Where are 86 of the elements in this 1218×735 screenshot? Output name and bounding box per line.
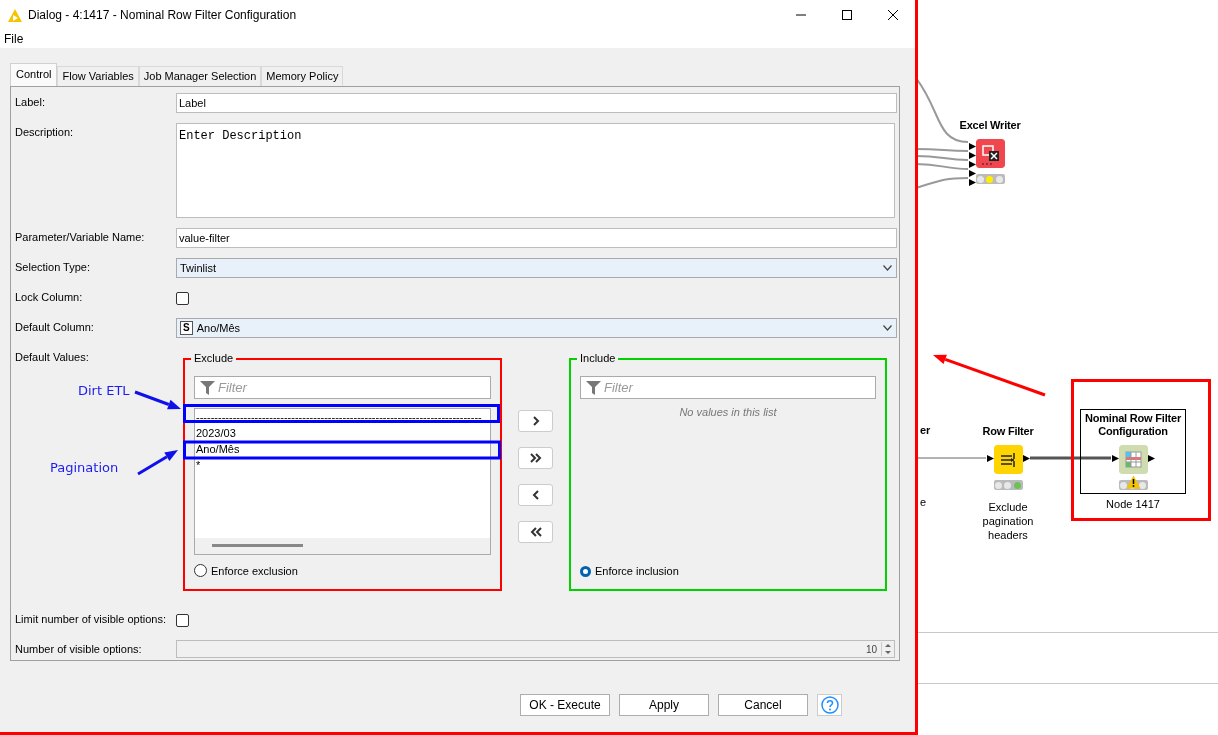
chevron-down-icon	[883, 265, 892, 271]
node-label: Excel Writer	[959, 118, 1021, 132]
status-light	[976, 175, 984, 183]
port-icon	[1022, 455, 1030, 462]
move-button[interactable]	[518, 447, 553, 469]
field-label: Label:	[15, 95, 46, 108]
double-chevron-left-icon	[529, 527, 542, 537]
close-icon	[888, 10, 898, 20]
annotation-text: Pagination	[50, 460, 119, 475]
field-label: Limit number of visible options:	[15, 612, 167, 625]
checkbox[interactable]	[176, 613, 189, 627]
radio-label: Enforce inclusion	[595, 565, 679, 577]
dialog-button[interactable]: OK - Execute	[520, 694, 610, 716]
port-icon	[1147, 455, 1155, 462]
group-title: Exclude	[191, 352, 237, 364]
tab[interactable]: Flow Variables	[57, 66, 139, 86]
field-label: Description:	[15, 125, 75, 138]
connection-line	[916, 457, 987, 459]
list-item[interactable]: 2023/03	[195, 425, 490, 441]
description-field[interactable]: Enter Description	[176, 123, 895, 218]
port-icon	[1111, 455, 1119, 462]
node-label: Nominal Row Filter Configuration	[1084, 411, 1182, 438]
type-badge: S	[180, 321, 193, 335]
annotation-arrow	[137, 450, 178, 476]
dialog-button[interactable]: Apply	[619, 694, 709, 716]
radio-button[interactable]	[194, 564, 207, 577]
list-item[interactable]: *	[195, 457, 490, 473]
field-label: Number of visible options:	[15, 642, 143, 655]
move-button[interactable]	[518, 484, 553, 506]
triangle-icon	[8, 8, 22, 22]
node-label: er	[920, 423, 930, 437]
status-light	[994, 481, 1002, 489]
status-light	[996, 175, 1004, 183]
help-icon	[820, 696, 839, 714]
node-caption: Node 1417	[1105, 497, 1161, 511]
chevron-down-icon	[883, 325, 892, 331]
text-field[interactable]: value-filter	[176, 228, 897, 248]
node-caption: e	[920, 495, 928, 509]
dialog-button[interactable]: Cancel	[718, 694, 808, 716]
status-light	[1139, 481, 1147, 489]
move-button[interactable]	[518, 410, 553, 432]
horizontal-scrollbar[interactable]	[195, 538, 490, 554]
connection-line	[916, 148, 969, 152]
node-caption: Exclude pagination headers	[981, 500, 1035, 542]
annotation-arrow	[134, 390, 181, 410]
checkbox[interactable]	[176, 291, 189, 305]
node-icon[interactable]	[993, 445, 1023, 474]
connection-line	[916, 155, 969, 161]
dropdown[interactable]: Twinlist	[176, 258, 897, 278]
field-label: Parameter/Variable Name:	[15, 230, 146, 243]
help-button[interactable]	[817, 694, 842, 716]
status-light	[1119, 481, 1127, 489]
double-chevron-right-icon	[529, 453, 542, 463]
field-label: Lock Column:	[15, 290, 84, 303]
list-item[interactable]: Ano/Mês	[195, 441, 490, 457]
dropdown[interactable]: S Ano/Mês	[176, 318, 897, 338]
status-light	[1004, 481, 1012, 489]
filter-icon	[200, 380, 215, 395]
tab[interactable]: Memory Policy	[261, 66, 344, 86]
status-light	[1014, 481, 1022, 489]
annotation-text: Dirt ETL	[78, 383, 130, 398]
field-label: Default Values:	[15, 350, 90, 363]
list-item[interactable]: ------------------------------------------------------------------------------	[195, 409, 490, 425]
connection-line	[916, 163, 969, 170]
tab[interactable]: Control	[10, 63, 58, 86]
status-light	[986, 175, 994, 183]
field-label: Selection Type:	[15, 260, 91, 273]
field-label: Default Column:	[15, 320, 95, 333]
port-icon	[986, 455, 994, 462]
group-title: Include	[577, 352, 619, 364]
filter-icon	[586, 380, 601, 395]
menu-item[interactable]: File	[4, 32, 24, 46]
radio-label: Enforce exclusion	[211, 564, 298, 577]
window-title: Dialog - 4:1417 - Nominal Row Filter Configuration	[28, 8, 297, 22]
text-field[interactable]: Label	[176, 93, 897, 113]
tab[interactable]: Job Manager Selection	[138, 66, 262, 86]
empty-list-message: No values in this list	[678, 405, 778, 420]
warning-icon	[1125, 475, 1141, 489]
move-button[interactable]	[518, 521, 553, 543]
node-icon[interactable]	[1118, 445, 1148, 474]
spin-arrows-icon	[881, 642, 894, 656]
node-icon[interactable]	[975, 139, 1005, 168]
connection-line	[916, 177, 969, 189]
radio-button[interactable]	[580, 565, 591, 577]
node-label: Row Filter	[982, 424, 1034, 438]
maximize-icon	[842, 10, 852, 20]
